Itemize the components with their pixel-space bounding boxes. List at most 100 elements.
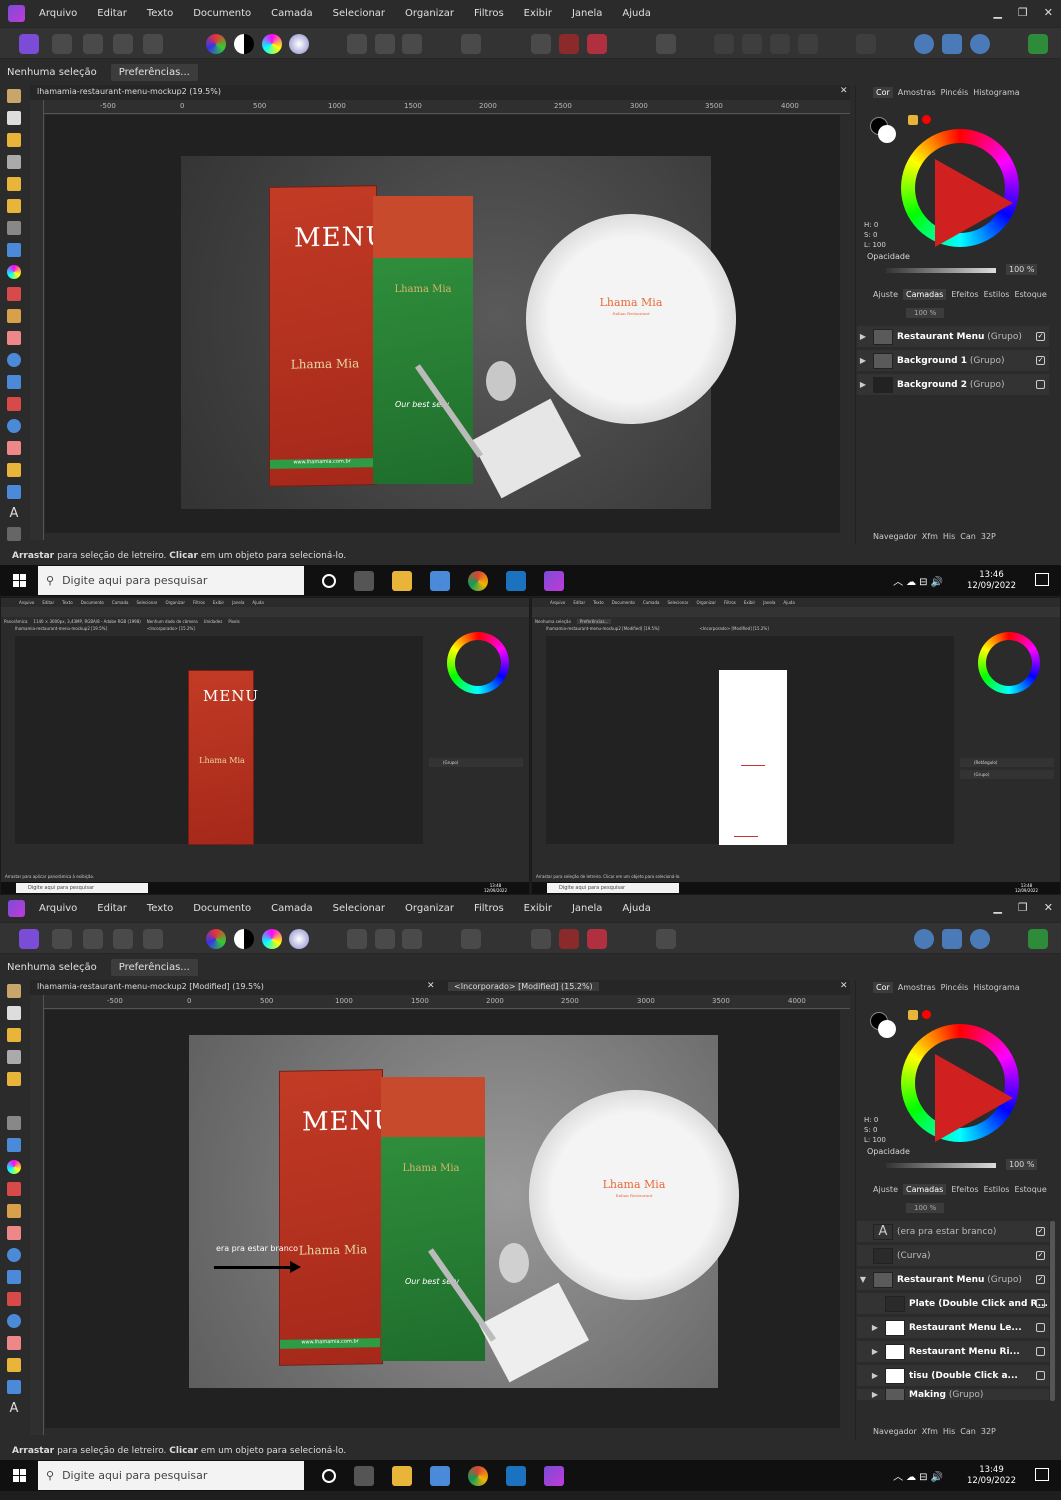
magnet-icon[interactable] — [587, 34, 607, 54]
tab-32p[interactable]: 32P — [981, 1427, 996, 1436]
mini-layer-row[interactable]: (Retângulo) — [960, 758, 1054, 767]
tab-his[interactable]: His — [943, 1427, 955, 1436]
restore-icon[interactable]: ❐ — [1018, 6, 1028, 19]
guides-icon[interactable] — [559, 929, 579, 949]
erase-brush-tool-icon[interactable] — [7, 331, 21, 345]
notifications-icon[interactable] — [1035, 1468, 1049, 1481]
expand-icon[interactable]: ▶ — [869, 1323, 881, 1332]
zoom-tool-icon[interactable] — [7, 527, 21, 541]
layer-row[interactable]: ▶ Background 2 (Grupo) — [857, 374, 1049, 396]
account-icon[interactable] — [1028, 929, 1048, 949]
photo-persona-icon[interactable] — [19, 34, 39, 54]
invert-selection-icon[interactable] — [402, 34, 422, 54]
document-tab[interactable]: lhamamia-restaurant-menu-mockup2 (19.5%) — [37, 87, 221, 96]
tab-cor[interactable]: Cor — [873, 981, 893, 993]
annotation-arrow[interactable] — [214, 1266, 292, 1269]
menu-arquivo[interactable]: Arquivo — [39, 8, 77, 19]
menu-texto[interactable]: Texto — [147, 8, 173, 19]
quick-mask-icon[interactable] — [461, 34, 481, 54]
menu-filtros[interactable]: Filtros — [474, 903, 504, 914]
menu-ajuda[interactable]: Ajuda — [622, 903, 650, 914]
menu-documento[interactable]: Documento — [193, 903, 251, 914]
tab-32p[interactable]: 32P — [981, 532, 996, 541]
stroke-swatch[interactable] — [878, 1020, 896, 1038]
layer-row[interactable]: ▶ Restaurant Menu Le... — [857, 1317, 1049, 1339]
move-tool-icon[interactable] — [7, 1006, 21, 1020]
mockup-photo[interactable]: MENU Lhama Mia www.lhamamia.com.br Lhama… — [189, 1035, 739, 1388]
affinity-photo-icon[interactable] — [544, 570, 564, 591]
tab-camadas[interactable]: Camadas — [903, 288, 947, 300]
marquee-tool-icon[interactable] — [7, 1116, 21, 1130]
clone-tool-icon[interactable] — [7, 1270, 21, 1284]
opacity-value[interactable]: 100 % — [1006, 1159, 1038, 1170]
marquee-icon[interactable] — [347, 34, 367, 54]
photo-persona-icon[interactable] — [19, 929, 39, 949]
mini-layer-row[interactable]: (Grupo) — [960, 770, 1054, 779]
taskbar-clock[interactable]: 13:46 12/09/2022 — [967, 570, 1016, 592]
mini-color-wheel[interactable] — [447, 632, 509, 694]
visibility-checkbox[interactable] — [1036, 1347, 1045, 1356]
visibility-checkbox[interactable] — [1036, 1323, 1045, 1332]
mini-search[interactable]: Digite aqui para pesquisar — [547, 883, 679, 893]
tab-ajuste[interactable]: Ajuste — [873, 1185, 898, 1194]
taskbar-search[interactable]: ⚲ Digite aqui para pesquisar — [38, 1461, 304, 1490]
document-tab-embedded[interactable]: <Incorporado> [Modified] (15.2%) — [448, 982, 599, 991]
snapping-icon[interactable] — [531, 929, 551, 949]
store-icon[interactable] — [430, 570, 450, 591]
red-eye-tool-icon[interactable] — [7, 1336, 21, 1350]
tab-amostras[interactable]: Amostras — [898, 88, 936, 97]
windows-start-icon[interactable] — [0, 565, 38, 596]
flood-fill-tool-icon[interactable] — [7, 243, 21, 257]
preview-icon[interactable] — [970, 929, 990, 949]
tab-his[interactable]: His — [943, 532, 955, 541]
account-icon[interactable] — [1028, 34, 1048, 54]
visibility-checkbox[interactable]: ✓ — [1036, 1251, 1045, 1260]
menu-camada[interactable]: Camada — [271, 903, 312, 914]
tone-mapping-persona-icon[interactable] — [113, 929, 133, 949]
pen-tool-icon[interactable] — [7, 463, 21, 477]
flood-select-tool-icon[interactable] — [7, 199, 21, 213]
dodge-tool-icon[interactable] — [7, 1248, 21, 1262]
mini-search[interactable]: Digite aqui para pesquisar — [16, 883, 148, 893]
snapping-icon[interactable] — [531, 34, 551, 54]
export-persona-icon[interactable] — [143, 929, 163, 949]
visibility-checkbox[interactable] — [1036, 1299, 1045, 1308]
taskbar-search[interactable]: ⚲ Digite aqui para pesquisar — [38, 566, 304, 595]
guides-icon[interactable] — [559, 34, 579, 54]
tab-efeitos[interactable]: Efeitos — [951, 1185, 978, 1194]
hand-tool-icon[interactable] — [7, 89, 21, 103]
affinity-designer-icon[interactable] — [506, 570, 526, 591]
system-tray-icons[interactable]: ︿☁⊟🔊 — [893, 1468, 946, 1483]
crop-tool-icon[interactable] — [7, 1050, 21, 1064]
layer-opacity[interactable]: 100 % — [906, 308, 945, 318]
tab-histograma[interactable]: Histograma — [973, 88, 1019, 97]
selection-brush-tool-icon[interactable] — [7, 1072, 21, 1086]
visibility-checkbox[interactable]: ✓ — [1036, 332, 1045, 341]
contrast-icon[interactable] — [234, 34, 254, 54]
inpainting-tool-icon[interactable] — [7, 1292, 21, 1306]
menu-janela[interactable]: Janela — [572, 8, 602, 19]
color-triangle[interactable] — [935, 159, 1013, 247]
visibility-checkbox[interactable]: ✓ — [1036, 356, 1045, 365]
menu-editar[interactable]: Editar — [97, 8, 127, 19]
opacity-slider[interactable] — [886, 1163, 996, 1168]
opacity-slider[interactable] — [886, 268, 996, 273]
tab-can[interactable]: Can — [960, 532, 976, 541]
align-icon[interactable] — [656, 929, 676, 949]
blur-tool-icon[interactable] — [7, 419, 21, 433]
menu-selecionar[interactable]: Selecionar — [333, 8, 385, 19]
layer-row[interactable]: Plate (Double Click and R... — [857, 1293, 1049, 1315]
tab-estilos[interactable]: Estilos — [984, 1185, 1010, 1194]
text-tool-icon[interactable]: A — [7, 507, 21, 521]
menu-ajuda[interactable]: Ajuda — [622, 8, 650, 19]
annotation-text[interactable]: era pra estar branco — [216, 1244, 298, 1253]
tab-histograma[interactable]: Histograma — [973, 983, 1019, 992]
menu-selecionar[interactable]: Selecionar — [333, 903, 385, 914]
white-balance-icon[interactable] — [289, 929, 309, 949]
menu-exibir[interactable]: Exibir — [524, 903, 552, 914]
menu-filtros[interactable]: Filtros — [474, 8, 504, 19]
affinity-photo-icon[interactable] — [544, 1465, 564, 1486]
export-persona-icon[interactable] — [143, 34, 163, 54]
visibility-checkbox[interactable]: ✓ — [1036, 1227, 1045, 1236]
picker-icon[interactable] — [908, 1010, 918, 1020]
